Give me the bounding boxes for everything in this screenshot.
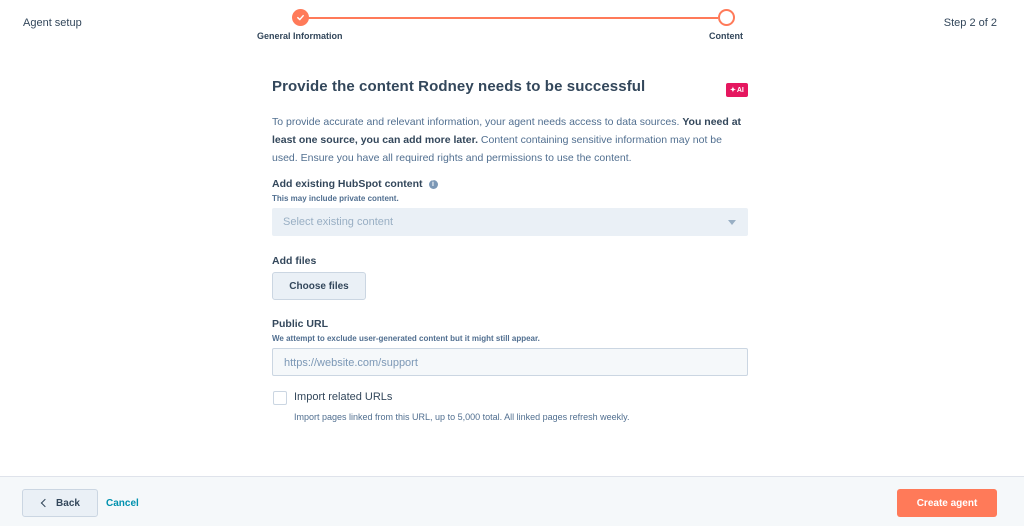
caret-down-icon <box>728 220 736 225</box>
stepper-progress-line <box>308 17 718 19</box>
checkmark-icon <box>297 14 304 21</box>
import-related-urls-checkbox[interactable] <box>273 391 287 405</box>
step-label-general-information: General Information <box>257 31 343 41</box>
info-icon[interactable]: i <box>428 179 438 189</box>
step-complete-indicator <box>292 9 309 26</box>
step-label-content: Content <box>709 31 743 41</box>
page-title: Agent setup <box>23 17 82 29</box>
existing-content-label-row: Add existing HubSpot content i <box>272 178 748 190</box>
existing-content-select[interactable]: Select existing content <box>272 208 748 236</box>
sparkle-icon: ✦ <box>730 87 736 94</box>
back-button[interactable]: Back <box>22 489 98 517</box>
import-related-urls-help: Import pages linked from this URL, up to… <box>294 412 630 422</box>
url-placeholder: https://website.com/support <box>284 357 418 369</box>
existing-content-field: Add existing HubSpot content i This may … <box>272 178 748 236</box>
public-url-hint: We attempt to exclude user-generated con… <box>272 334 540 343</box>
choose-files-button[interactable]: Choose files <box>272 272 366 300</box>
add-files-label: Add files <box>272 255 317 267</box>
step-active-indicator <box>718 9 735 26</box>
existing-content-hint: This may include private content. <box>272 194 399 203</box>
top-bar: Agent setup General Information Content … <box>0 0 1024 50</box>
back-button-label: Back <box>56 497 80 509</box>
import-related-urls-label[interactable]: Import related URLs <box>294 391 392 403</box>
chevron-left-icon <box>40 498 50 508</box>
public-url-input[interactable]: https://website.com/support <box>272 348 748 376</box>
ai-badge: ✦ AI <box>726 83 748 97</box>
form-title: Provide the content Rodney needs to be s… <box>272 78 646 95</box>
add-files-field: Add files Choose files <box>272 255 366 300</box>
step-counter: Step 2 of 2 <box>943 17 997 29</box>
public-url-label: Public URL <box>272 318 329 330</box>
existing-content-label: Add existing HubSpot content <box>272 178 423 190</box>
public-url-field: Public URL We attempt to exclude user-ge… <box>272 318 748 376</box>
content-form: Provide the content Rodney needs to be s… <box>272 78 748 422</box>
footer-bar: Back Cancel Create agent <box>0 476 1024 526</box>
select-placeholder: Select existing content <box>283 216 394 228</box>
cancel-link[interactable]: Cancel <box>106 498 139 509</box>
ai-badge-label: AI <box>736 86 744 94</box>
form-description: To provide accurate and relevant informa… <box>272 113 748 167</box>
create-agent-button[interactable]: Create agent <box>897 489 997 517</box>
description-text: To provide accurate and relevant informa… <box>272 116 683 128</box>
